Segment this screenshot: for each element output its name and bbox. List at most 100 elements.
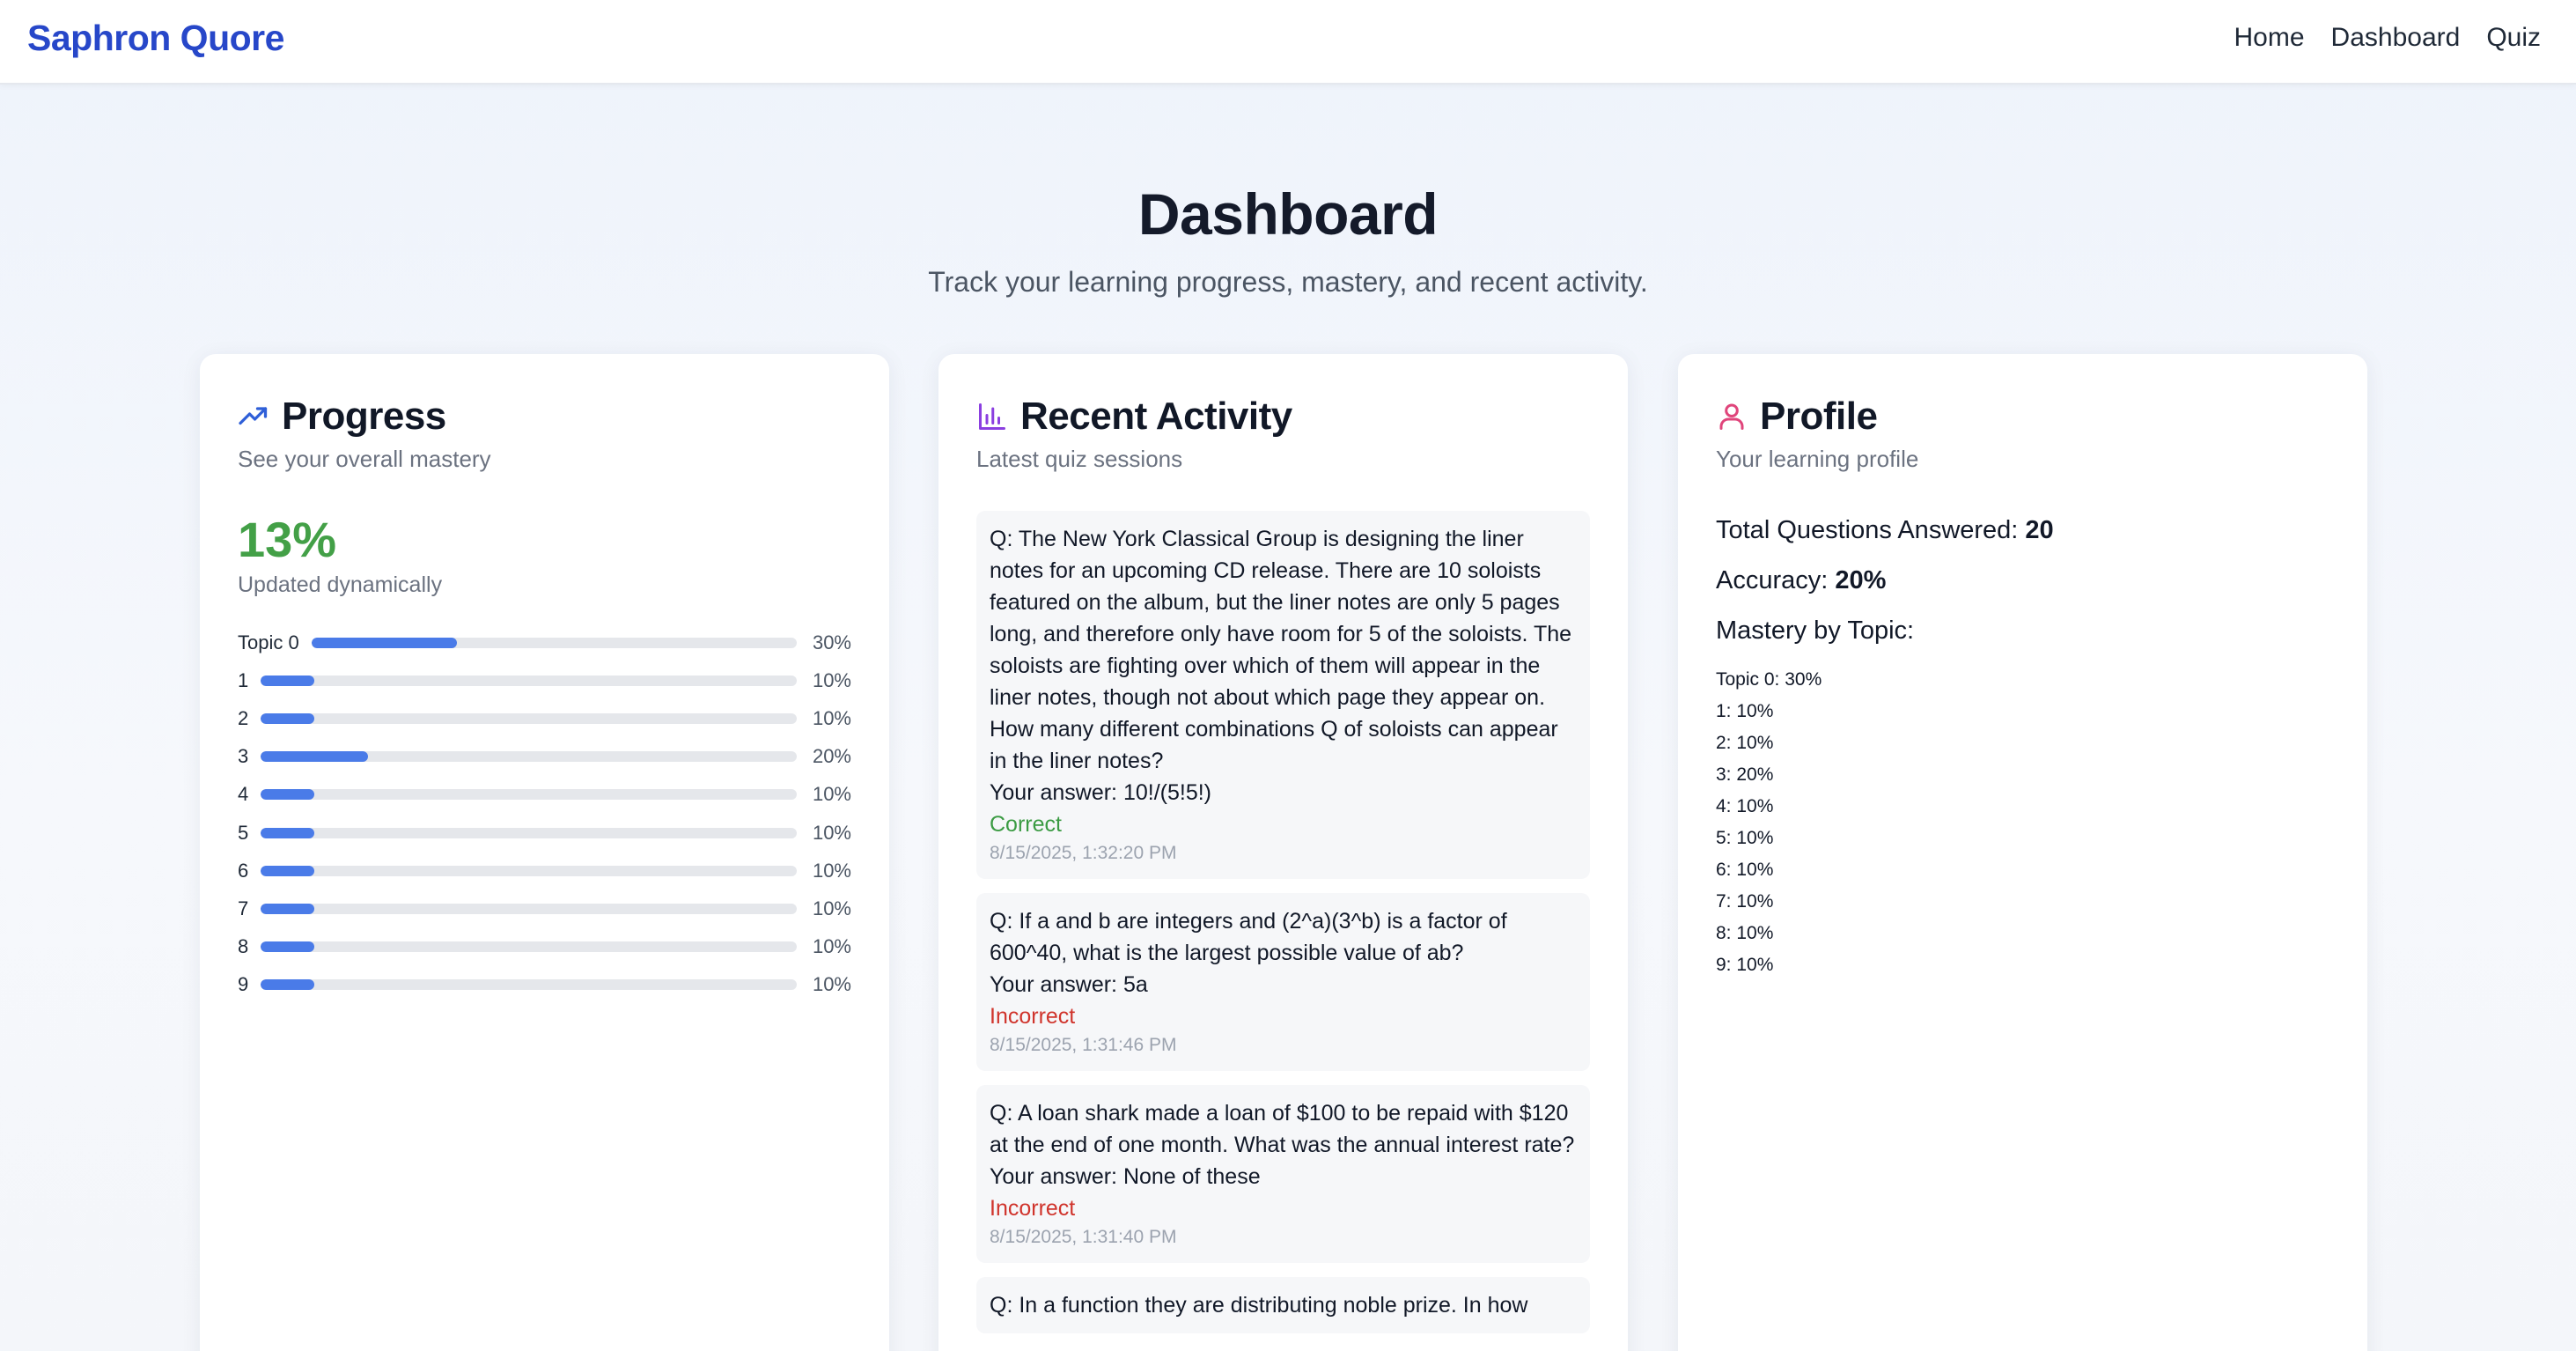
brand-logo[interactable]: Saphron Quore [27, 18, 284, 59]
total-questions: Total Questions Answered: 20 [1716, 516, 2054, 545]
topic-percent: 10% [812, 897, 851, 919]
topic-label: Topic 0 [238, 631, 299, 653]
topic-percent: 10% [812, 821, 851, 844]
topic-label: 1 [238, 668, 249, 691]
topic-percent: 10% [812, 859, 851, 882]
topic-label: 8 [238, 935, 249, 958]
activity-answer: Your answer: None of these [990, 1164, 1261, 1189]
activity-status: Incorrect [990, 1004, 1076, 1029]
topic-progress-row: 9 10% [238, 966, 851, 1004]
topic-progress-fill [261, 865, 315, 876]
topic-progress-fill [311, 637, 458, 648]
activity-timestamp: 8/15/2025, 1:32:20 PM [990, 843, 1177, 863]
topic-progress-fill [261, 941, 315, 953]
page-subtitle: Track your learning progress, mastery, a… [928, 266, 1648, 298]
profile-topic-mastery: 3: 20% [1716, 764, 1774, 785]
activity-timestamp: 8/15/2025, 1:31:46 PM [990, 1035, 1177, 1055]
overall-mastery-value: 13% [238, 512, 337, 567]
topic-label: 9 [238, 973, 249, 996]
topic-percent: 10% [812, 668, 851, 691]
activity-card-header: Recent Activity [976, 395, 1292, 439]
topic-progress-track [261, 789, 797, 801]
profile-card: Profile Your learning profile Total Ques… [1678, 354, 2367, 1351]
topic-progress-track [311, 637, 797, 648]
topic-progress-fill [261, 979, 315, 991]
accuracy: Accuracy: 20% [1716, 566, 1886, 595]
topic-progress-row: 6 10% [238, 852, 851, 890]
topic-percent: 30% [812, 631, 851, 653]
topic-label: 3 [238, 745, 249, 768]
recent-activity-card: Recent Activity Latest quiz sessions Q: … [938, 354, 1628, 1351]
activity-question: Q: In a function they are distributing n… [990, 1293, 1528, 1318]
activity-question: Q: A loan shark made a loan of $100 to b… [990, 1101, 1575, 1157]
user-icon [1716, 401, 1748, 432]
profile-topic-mastery: Topic 0: 30% [1716, 669, 1822, 690]
accuracy-label: Accuracy: [1716, 566, 1836, 594]
profile-card-subtitle: Your learning profile [1716, 446, 1919, 472]
mastery-note: Updated dynamically [238, 572, 443, 597]
activity-answer: Your answer: 10!/(5!5!) [990, 780, 1211, 805]
activity-item: Q: The New York Classical Group is desig… [976, 511, 1590, 879]
activity-question: Q: If a and b are integers and (2^a)(3^b… [990, 909, 1507, 965]
topic-percent: 20% [812, 745, 851, 768]
topic-progress-fill [261, 712, 315, 724]
topic-progress-fill [261, 827, 315, 838]
nav-links: Home Dashboard Quiz [2234, 23, 2541, 53]
activity-status: Incorrect [990, 1196, 1076, 1221]
activity-list: Q: The New York Classical Group is desig… [976, 511, 1590, 1347]
activity-status: Correct [990, 812, 1062, 837]
accuracy-value: 20% [1835, 566, 1887, 594]
trending-up-icon [238, 401, 269, 432]
top-navbar: Saphron Quore Home Dashboard Quiz [0, 0, 2576, 85]
progress-card-subtitle: See your overall mastery [238, 446, 491, 472]
activity-card-title: Recent Activity [1020, 395, 1292, 438]
topic-progress-track [261, 979, 797, 991]
activity-answer: Your answer: 5a [990, 972, 1148, 997]
bar-chart-icon [976, 401, 1008, 432]
profile-topic-mastery: 6: 10% [1716, 860, 1774, 880]
topic-progress-track [261, 827, 797, 838]
topic-progress-track [261, 712, 797, 724]
topic-label: 4 [238, 783, 249, 806]
progress-card-title: Progress [282, 395, 446, 438]
profile-topic-mastery: 1: 10% [1716, 701, 1774, 721]
nav-dashboard-link[interactable]: Dashboard [2331, 23, 2461, 53]
topic-progress-row: Topic 0 30% [238, 624, 851, 661]
topic-progress-track [261, 865, 797, 876]
activity-item: Q: If a and b are integers and (2^a)(3^b… [976, 893, 1590, 1071]
mastery-by-topic-list: Topic 0: 30% 1: 10% 2: 10% 3: 20% 4: 10% 5: 1… [1716, 664, 1822, 981]
topic-percent: 10% [812, 973, 851, 996]
profile-card-title: Profile [1760, 395, 1878, 438]
profile-topic-mastery: 8: 10% [1716, 923, 1774, 943]
activity-item: Q: In a function they are distributing n… [976, 1277, 1590, 1333]
topic-progress-row: 8 10% [238, 928, 851, 966]
topic-progress-row: 5 10% [238, 814, 851, 852]
topic-progress-track [261, 751, 797, 763]
progress-card-header: Progress [238, 395, 446, 439]
activity-question: Q: The New York Classical Group is desig… [990, 527, 1572, 773]
topic-percent: 10% [812, 783, 851, 806]
topic-label: 5 [238, 821, 249, 844]
topic-label: 7 [238, 897, 249, 919]
activity-item: Q: A loan shark made a loan of $100 to b… [976, 1085, 1590, 1263]
topic-label: 2 [238, 706, 249, 729]
mastery-by-topic-heading: Mastery by Topic: [1716, 616, 1915, 645]
profile-topic-mastery: 7: 10% [1716, 891, 1774, 912]
topic-percent: 10% [812, 706, 851, 729]
profile-topic-mastery: 9: 10% [1716, 955, 1774, 975]
activity-timestamp: 8/15/2025, 1:31:40 PM [990, 1227, 1177, 1247]
total-questions-label: Total Questions Answered: [1716, 516, 2026, 544]
profile-topic-mastery: 4: 10% [1716, 796, 1774, 816]
profile-topic-mastery: 2: 10% [1716, 733, 1774, 753]
topic-percent: 10% [812, 935, 851, 958]
nav-quiz-link[interactable]: Quiz [2486, 23, 2541, 53]
profile-topic-mastery: 5: 10% [1716, 828, 1774, 848]
topic-progress-row: 2 10% [238, 699, 851, 737]
activity-card-subtitle: Latest quiz sessions [976, 446, 1183, 472]
topic-progress-fill [261, 751, 368, 763]
nav-home-link[interactable]: Home [2234, 23, 2305, 53]
topic-progress-list: Topic 0 30% 1 10% 2 10% 3 20% 4 10% 5 10% 6 10% 7 10% 8 1… [238, 624, 851, 1004]
page-title: Dashboard [1137, 181, 1439, 247]
topic-progress-row: 1 10% [238, 661, 851, 699]
topic-progress-track [261, 903, 797, 914]
